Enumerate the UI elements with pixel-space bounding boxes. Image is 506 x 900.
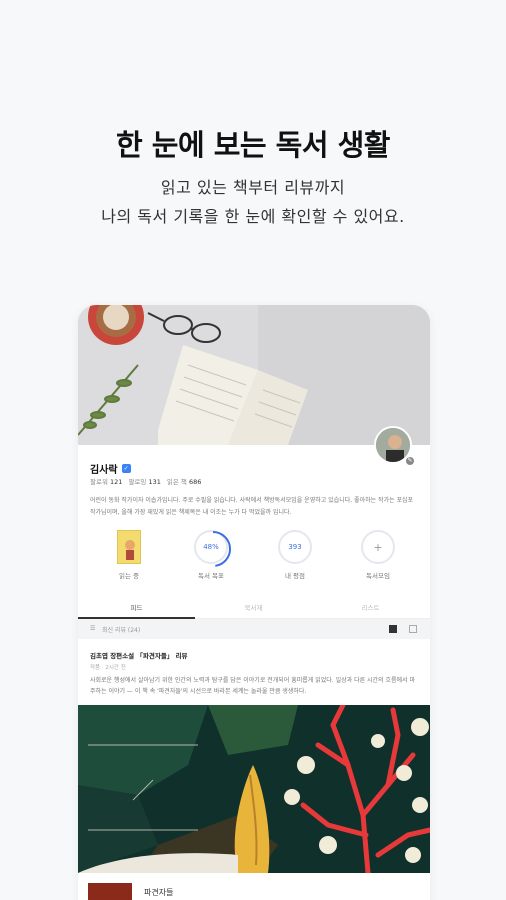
stat-books-read[interactable]: 읽은 책 686	[167, 476, 202, 486]
reading-now-item[interactable]: 읽는 중	[99, 530, 159, 580]
my-rating-item[interactable]: 393 내 평점	[265, 530, 325, 580]
sort-icon[interactable]: ☰	[90, 625, 95, 632]
linked-book-row[interactable]: 파견자들	[78, 875, 430, 900]
stat-followers[interactable]: 팔로워 121	[90, 476, 122, 486]
reading-group-item[interactable]: + 독서모임	[348, 530, 408, 580]
tab-list[interactable]: 리스트	[312, 602, 429, 612]
profile-tabs: 피드 북서재 리스트	[78, 595, 430, 619]
filter-label[interactable]: 최신 리뷰 (24)	[102, 625, 140, 634]
grid-view-icon[interactable]	[409, 625, 417, 633]
app-preview-card: ✎ 김사락 ✓ 팔로워 121 팔로잉 131 읽은 책 686 어린이 동화 …	[78, 305, 430, 900]
feed-filter-bar: ☰ 최신 리뷰 (24)	[78, 619, 430, 639]
profile-cover-image	[78, 305, 430, 445]
subtitle-line-1: 읽고 있는 책부터 리뷰까지	[160, 178, 346, 197]
current-book-cover[interactable]	[117, 530, 141, 564]
reading-now-label: 읽는 중	[118, 572, 139, 580]
profile-bio: 어린이 동화 작가이자 이솝가입니다. 주로 수필을 읽습니다. 사락에서 책방…	[90, 497, 414, 516]
profile-name: 김사락	[90, 465, 118, 476]
subtitle-line-2: 나의 독서 기록을 한 눈에 확인할 수 있어요.	[101, 207, 405, 226]
settings-badge-icon[interactable]: ✎	[404, 455, 416, 467]
linked-book-title[interactable]: 파견자들	[144, 887, 173, 898]
tab-feed[interactable]: 피드	[78, 602, 195, 612]
linked-book-cover[interactable]	[88, 883, 132, 900]
my-rating-ring[interactable]: 393	[278, 530, 312, 564]
profile-stats: 팔로워 121 팔로잉 131 읽은 책 686	[90, 476, 201, 486]
tab-bookshelf[interactable]: 북서재	[195, 602, 312, 612]
post-image[interactable]	[78, 705, 430, 873]
my-rating-value: 393	[288, 543, 302, 551]
reading-goal-item[interactable]: 48% 독서 목표	[181, 530, 241, 580]
page-headline: 한 눈에 보는 독서 생활	[115, 128, 391, 162]
reading-goal-ring[interactable]: 48%	[194, 530, 231, 567]
stat-following[interactable]: 팔로잉 131	[128, 476, 160, 486]
verified-badge-icon: ✓	[121, 464, 131, 473]
add-group-icon[interactable]: +	[361, 530, 395, 564]
reading-summary: 읽는 중 48% 독서 목표 393 내 평점 + 독서모임	[78, 530, 430, 590]
post-title[interactable]: 김초엽 장편소설 「파견자들」 리뷰	[90, 650, 188, 660]
post-body[interactable]: 사회로운 행성에서 살아남기 위한 인간의 노력과 탐구를 담은 이야기로 전개…	[90, 675, 420, 697]
list-view-icon[interactable]	[389, 625, 397, 633]
my-rating-label: 내 평점	[284, 572, 305, 580]
post-meta: 작품 · 2시간 전	[90, 665, 126, 671]
reading-group-label: 독서모임	[366, 572, 390, 580]
reading-goal-label: 독서 목표	[198, 572, 224, 580]
